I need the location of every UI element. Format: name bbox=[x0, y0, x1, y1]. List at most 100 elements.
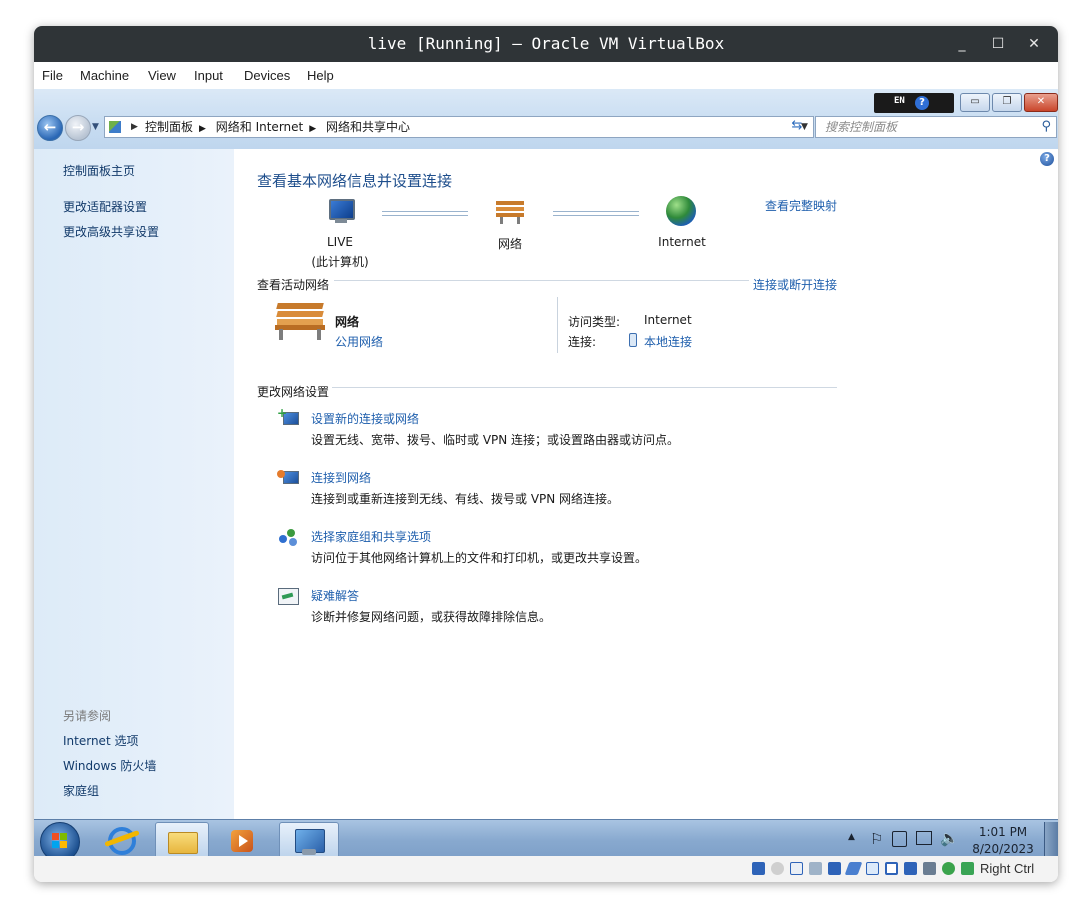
media-player-icon[interactable] bbox=[216, 822, 268, 856]
help-icon[interactable]: ? bbox=[1040, 152, 1054, 166]
display-icon[interactable] bbox=[885, 862, 898, 875]
clock-time: 1:01 PM bbox=[978, 825, 1028, 839]
action-center-flag-icon[interactable]: ⚐ bbox=[870, 830, 883, 848]
forward-arrow-icon[interactable]: → bbox=[65, 115, 91, 141]
show-hidden-icons-icon[interactable]: ▲ bbox=[848, 832, 855, 842]
breadcrumb-network-sharing-center[interactable]: 网络和共享中心 bbox=[326, 120, 410, 134]
explorer-toolbar: EN ? ▭ ❐ ✕ ← → ▼ ▶ 控制面板 ▶ 网络和 Internet ▶ 网… bbox=[34, 89, 1058, 150]
breadcrumb-network-internet[interactable]: 网络和 Internet bbox=[216, 120, 303, 134]
search-placeholder: 搜索控制面板 bbox=[825, 120, 898, 134]
network-label: 网络 bbox=[497, 237, 522, 251]
menu-machine[interactable]: Machine bbox=[80, 68, 129, 83]
optical-drive-icon[interactable] bbox=[771, 862, 784, 875]
control-panel-icon bbox=[109, 121, 121, 133]
refresh-icon[interactable]: ⇆ bbox=[786, 116, 808, 136]
task-homegroup-desc: 访问位于其他网络计算机上的文件和打印机，或更改共享设置。 bbox=[311, 551, 648, 565]
breadcrumb-control-panel[interactable]: 控制面板 bbox=[145, 120, 193, 134]
menu-file[interactable]: File bbox=[42, 68, 63, 83]
internet-globe-icon[interactable] bbox=[666, 196, 696, 226]
computer-subtitle: (此计算机) bbox=[311, 255, 369, 269]
system-clock[interactable]: 1:01 PM 8/20/2023 bbox=[964, 824, 1042, 856]
hard-disk-icon[interactable] bbox=[752, 862, 765, 875]
task-pane: 控制面板主页 更改适配器设置 更改高级共享设置 另请参阅 Internet 选项… bbox=[34, 149, 234, 819]
section-divider bbox=[332, 387, 837, 388]
task-troubleshoot-desc: 诊断并修复网络问题，或获得故障排除信息。 bbox=[311, 610, 552, 624]
ethernet-icon bbox=[629, 333, 637, 347]
internet-label: Internet bbox=[658, 235, 706, 249]
shared-folders-icon[interactable] bbox=[866, 862, 879, 875]
task-troubleshoot-link[interactable]: 疑难解答 bbox=[311, 587, 359, 604]
sidebar-link-internet-options[interactable]: Internet 选项 bbox=[63, 732, 138, 749]
language-indicator[interactable]: EN bbox=[894, 96, 905, 106]
host-key-label: Right Ctrl bbox=[980, 861, 1035, 876]
computer-name: LIVE bbox=[326, 235, 353, 249]
computer-icon[interactable] bbox=[325, 197, 355, 225]
floppy-icon[interactable] bbox=[790, 862, 803, 875]
search-icon[interactable]: ⚲ bbox=[1041, 117, 1051, 137]
new-connection-icon[interactable]: + bbox=[277, 407, 299, 429]
volume-icon[interactable]: 🔈 bbox=[940, 829, 959, 847]
internet-explorer-icon[interactable] bbox=[96, 822, 148, 856]
task-connect-network-link[interactable]: 连接到网络 bbox=[311, 469, 371, 486]
homegroup-sharing-icon[interactable] bbox=[277, 527, 299, 547]
usb-icon[interactable] bbox=[844, 862, 863, 875]
search-field[interactable]: 搜索控制面板 ⚲ bbox=[815, 116, 1057, 138]
language-bar[interactable]: EN ? bbox=[874, 93, 954, 113]
back-arrow-icon[interactable]: ← bbox=[37, 115, 63, 141]
connect-to-network-icon[interactable] bbox=[277, 468, 299, 488]
sidebar-link-advanced-sharing[interactable]: 更改高级共享设置 bbox=[63, 223, 159, 240]
window-titlebar: live [Running] – Oracle VM VirtualBox _ … bbox=[34, 26, 1058, 62]
view-full-map-link[interactable]: 查看完整映射 bbox=[765, 197, 837, 214]
guest-additions-icon[interactable] bbox=[942, 862, 955, 875]
network-bench-icon[interactable] bbox=[494, 197, 526, 225]
network-adapter-icon[interactable] bbox=[828, 862, 841, 875]
explorer-close-button[interactable]: ✕ bbox=[1024, 93, 1058, 112]
connect-disconnect-link[interactable]: 连接或断开连接 bbox=[753, 276, 837, 293]
recent-pages-chevron-icon[interactable]: ▼ bbox=[92, 122, 99, 132]
sidebar-link-homegroup[interactable]: 家庭组 bbox=[63, 782, 99, 799]
explorer-minimize-button[interactable]: ▭ bbox=[960, 93, 990, 112]
sidebar-link-change-adapter[interactable]: 更改适配器设置 bbox=[63, 198, 147, 215]
task-setup-connection-link[interactable]: 设置新的连接或网络 bbox=[311, 410, 419, 427]
menu-devices[interactable]: Devices bbox=[244, 68, 290, 83]
explorer-restore-button[interactable]: ❐ bbox=[992, 93, 1022, 112]
maximize-button[interactable]: ☐ bbox=[983, 26, 1013, 62]
page-title: 查看基本网络信息并设置连接 bbox=[257, 172, 453, 190]
vbox-statusbar: Right Ctrl bbox=[34, 856, 1058, 882]
see-also-heading: 另请参阅 bbox=[63, 709, 112, 723]
troubleshoot-icon[interactable] bbox=[277, 586, 299, 606]
sidebar-link-control-panel-home[interactable]: 控制面板主页 bbox=[63, 162, 135, 179]
local-connection-link[interactable]: 本地连接 bbox=[644, 333, 692, 350]
menu-input[interactable]: Input bbox=[194, 68, 223, 83]
guest-screen: EN ? ▭ ❐ ✕ ← → ▼ ▶ 控制面板 ▶ 网络和 Internet ▶ 网… bbox=[34, 89, 1058, 856]
menu-view[interactable]: View bbox=[148, 68, 176, 83]
windows-taskbar: ▲ ⚐ 🔈 1:01 PM 8/20/2023 bbox=[34, 819, 1058, 856]
recording-icon[interactable] bbox=[923, 862, 936, 875]
removable-device-icon[interactable] bbox=[892, 831, 907, 847]
menu-help[interactable]: Help bbox=[307, 68, 334, 83]
clock-date: 8/20/2023 bbox=[972, 842, 1034, 856]
start-button-icon[interactable] bbox=[40, 822, 80, 856]
minimize-button[interactable]: _ bbox=[947, 26, 977, 62]
address-bar[interactable]: ▶ 控制面板 ▶ 网络和 Internet ▶ 网络和共享中心 ▼ bbox=[104, 116, 814, 138]
control-panel-taskbar-icon[interactable] bbox=[279, 822, 339, 856]
connection-label: 连接: bbox=[568, 335, 597, 349]
vertical-divider bbox=[557, 297, 558, 353]
task-homegroup-link[interactable]: 选择家庭组和共享选项 bbox=[311, 528, 431, 545]
network-type-link[interactable]: 公用网络 bbox=[335, 333, 383, 350]
breadcrumb: 控制面板 ▶ 网络和 Internet ▶ 网络和共享中心 bbox=[145, 120, 410, 134]
public-network-bench-icon[interactable] bbox=[275, 301, 327, 341]
mouse-integration-icon[interactable] bbox=[961, 862, 974, 875]
task-setup-connection-desc: 设置无线、宽带、拨号、临时或 VPN 连接；或设置路由器或访问点。 bbox=[311, 433, 680, 447]
close-button[interactable]: ✕ bbox=[1019, 26, 1049, 62]
file-explorer-icon[interactable] bbox=[155, 822, 209, 856]
audio-icon[interactable] bbox=[809, 862, 822, 875]
help-icon[interactable]: ? bbox=[915, 96, 929, 110]
map-connection-line bbox=[553, 211, 639, 216]
show-desktop-button[interactable] bbox=[1044, 822, 1058, 856]
video-capture-icon[interactable] bbox=[904, 862, 917, 875]
sidebar-link-firewall[interactable]: Windows 防火墙 bbox=[63, 757, 156, 774]
menubar: File Machine View Input Devices Help bbox=[34, 62, 1058, 89]
network-status-icon[interactable] bbox=[916, 831, 932, 845]
window-title: live [Running] – Oracle VM VirtualBox bbox=[367, 34, 725, 53]
